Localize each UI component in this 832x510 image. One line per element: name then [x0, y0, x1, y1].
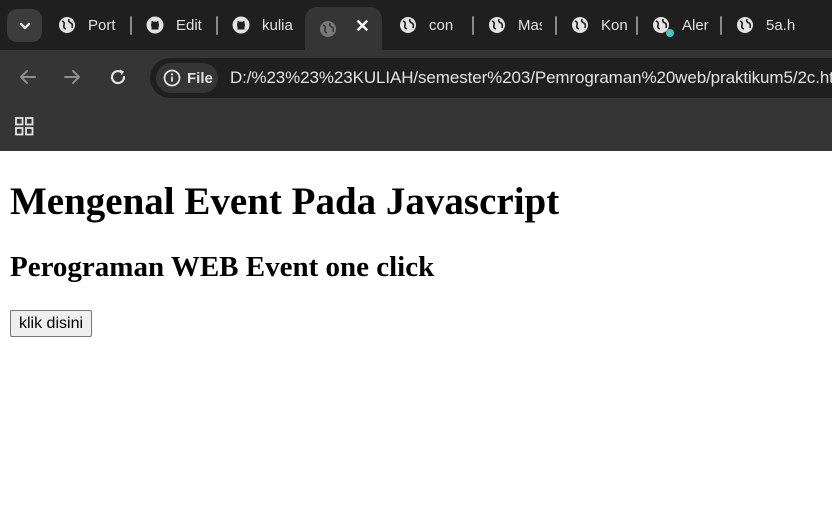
globe-icon — [399, 16, 417, 34]
tab-port[interactable]: Port — [44, 8, 128, 42]
reload-icon — [110, 69, 126, 85]
forward-button[interactable] — [61, 66, 83, 88]
activity-dot — [666, 29, 674, 37]
tab-title: Mas — [518, 16, 542, 34]
page-subtitle: Perograman WEB Event one click — [10, 251, 435, 283]
globe-icon — [652, 16, 674, 37]
page-title: Mengenal Event Pada Javascript — [10, 180, 560, 223]
tab-title: Port — [88, 16, 116, 34]
tab-title: con — [429, 16, 454, 34]
globe-icon — [736, 16, 754, 34]
back-button[interactable] — [17, 66, 39, 88]
url-text[interactable]: D:/%23%23%23KULIAH/semester%203/Pemrogra… — [230, 68, 832, 88]
globe-icon — [571, 16, 589, 34]
tab-title: Aler — [682, 16, 709, 34]
close-tab-icon[interactable]: ✕ — [355, 16, 370, 37]
github-icon — [146, 16, 164, 34]
info-icon — [163, 69, 181, 87]
browser-toolbar: File D:/%23%23%23KULIAH/semester%203/Pem… — [0, 50, 832, 103]
arrow-right-icon — [64, 70, 80, 84]
site-info-chip[interactable]: File — [156, 63, 218, 93]
apps-grid-icon[interactable] — [15, 117, 34, 136]
address-bar[interactable]: File D:/%23%23%23KULIAH/semester%203/Pem… — [150, 58, 832, 98]
arrow-left-icon — [20, 70, 36, 84]
tab-active[interactable]: ✕ — [305, 7, 382, 50]
tab-mas[interactable]: Mas — [474, 8, 542, 42]
globe-icon — [488, 16, 506, 34]
tab-5a[interactable]: 5a.h — [722, 8, 832, 42]
tab-edit[interactable]: Edit — [132, 8, 216, 42]
globe-icon — [58, 16, 76, 34]
tab-title: Edit — [176, 16, 202, 34]
github-icon — [232, 16, 250, 34]
chevron-down-icon — [19, 22, 30, 29]
bookmarks-bar — [0, 103, 832, 151]
globe-icon — [319, 20, 337, 38]
click-here-button[interactable]: klik disini — [10, 310, 93, 337]
tab-kon[interactable]: Kon — [557, 8, 627, 42]
tab-title: kulia — [262, 16, 293, 34]
tab-search-button[interactable] — [7, 9, 42, 42]
chip-label: File — [187, 69, 213, 87]
tab-aler[interactable]: Aler — [638, 8, 710, 42]
tab-strip: Port Edit kulia ✕ con Ma Kon Aler 5a.h — [0, 0, 832, 50]
tab-title: 5a.h — [766, 16, 796, 34]
tab-con[interactable]: con — [385, 8, 457, 42]
tab-title: Kon — [601, 16, 627, 34]
page-content: Mengenal Event Pada Javascript Perograma… — [0, 151, 832, 510]
tab-kuliah[interactable]: kulia — [218, 8, 302, 42]
reload-button[interactable] — [107, 66, 129, 88]
